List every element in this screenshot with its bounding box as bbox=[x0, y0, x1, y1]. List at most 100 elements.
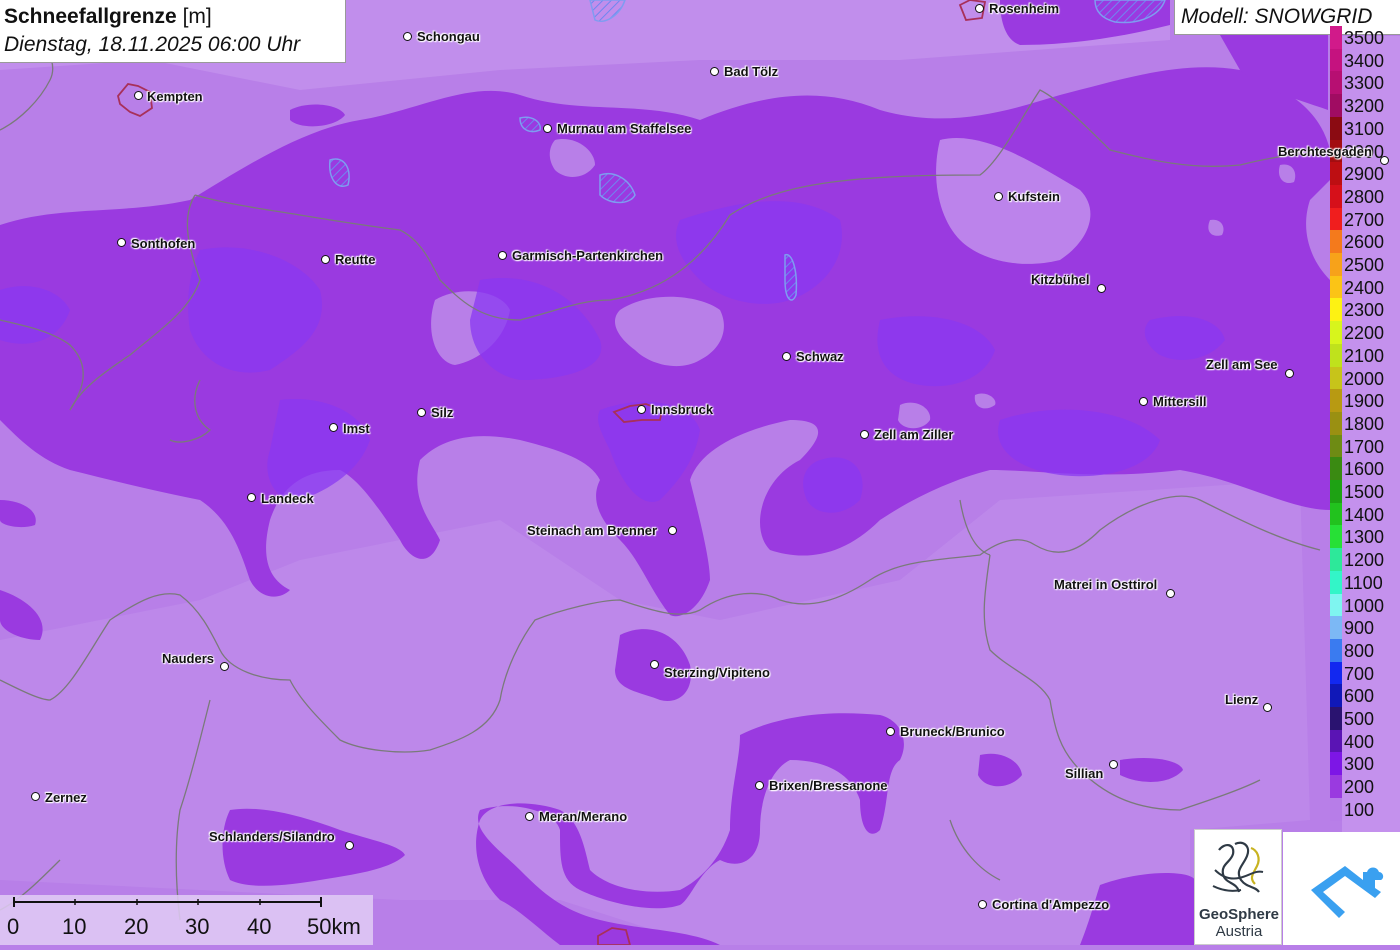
legend-label: 2600 bbox=[1344, 232, 1385, 253]
city-marker bbox=[886, 727, 895, 736]
legend-swatch bbox=[1330, 26, 1342, 49]
legend-swatch bbox=[1330, 321, 1342, 345]
city-label: Mittersill bbox=[1153, 394, 1207, 409]
city-marker bbox=[1263, 703, 1272, 712]
city-label: Brixen/Bressanone bbox=[769, 778, 888, 793]
legend-row: 600 bbox=[1328, 684, 1400, 708]
legend-swatch bbox=[1330, 525, 1342, 549]
legend-swatch bbox=[1330, 593, 1342, 617]
legend-label: 2900 bbox=[1344, 164, 1385, 185]
legend-swatch bbox=[1330, 162, 1342, 186]
legend-row: 1200 bbox=[1328, 548, 1400, 572]
city-marker bbox=[755, 781, 764, 790]
scale-bar: 0 10 20 30 40 50km bbox=[0, 895, 373, 945]
city-label: Kufstein bbox=[1008, 189, 1060, 204]
city-marker bbox=[1380, 156, 1389, 165]
legend-label: 2400 bbox=[1344, 277, 1385, 298]
legend-row: 1600 bbox=[1328, 457, 1400, 481]
city-marker bbox=[321, 255, 330, 264]
legend-label: 2700 bbox=[1344, 209, 1385, 230]
legend-label: 2800 bbox=[1344, 186, 1385, 207]
legend-label: 1100 bbox=[1344, 572, 1383, 593]
legend-row: 500 bbox=[1328, 707, 1400, 730]
legend-row: 1700 bbox=[1328, 434, 1400, 458]
city-label: Landeck bbox=[261, 491, 314, 506]
legend-swatch bbox=[1330, 638, 1342, 662]
legend-row: 2300 bbox=[1328, 298, 1400, 322]
city-marker bbox=[525, 812, 534, 821]
city-label: Bad Tölz bbox=[724, 64, 779, 79]
legend-row: 100 bbox=[1328, 797, 1400, 821]
city-label: Reutte bbox=[335, 252, 376, 267]
city-label: Bruneck/Brunico bbox=[900, 724, 1005, 739]
legend-swatch bbox=[1330, 502, 1342, 526]
geosphere-logo: GeoSphere Austria bbox=[1194, 829, 1282, 945]
city-marker bbox=[668, 526, 677, 535]
legend-row: 700 bbox=[1328, 661, 1400, 685]
legend-row: 1100 bbox=[1328, 570, 1400, 594]
city-label: Berchtesgaden bbox=[1278, 144, 1372, 159]
legend-row: 2700 bbox=[1328, 207, 1400, 231]
map-datetime: Dienstag, 18.11.2025 06:00 Uhr bbox=[4, 33, 301, 56]
legend-label: 900 bbox=[1344, 618, 1375, 639]
legend-row: 2100 bbox=[1328, 343, 1400, 367]
legend-row: 2600 bbox=[1328, 230, 1400, 254]
city-label: Zell am See bbox=[1206, 357, 1278, 372]
city-label: Meran/Merano bbox=[539, 809, 628, 824]
snowgrid-logo bbox=[1283, 832, 1400, 945]
legend-row: 1900 bbox=[1328, 389, 1400, 413]
legend-row: 400 bbox=[1328, 729, 1400, 753]
legend-row: 3500 bbox=[1328, 26, 1400, 49]
city-label: Kitzbühel bbox=[1031, 272, 1090, 287]
legend-swatch bbox=[1330, 94, 1342, 118]
city-label: Sillian bbox=[1065, 766, 1104, 781]
scale-label-20: 20 bbox=[124, 914, 149, 939]
legend-row: 900 bbox=[1328, 616, 1400, 640]
city-label: Innsbruck bbox=[651, 402, 714, 417]
legend-row: 1800 bbox=[1328, 411, 1400, 435]
legend-swatch bbox=[1330, 71, 1342, 95]
legend-swatch bbox=[1330, 616, 1342, 640]
legend-label: 400 bbox=[1344, 731, 1375, 752]
city-marker bbox=[247, 493, 256, 502]
legend-label: 800 bbox=[1344, 640, 1375, 661]
city-marker bbox=[650, 660, 659, 669]
legend-label: 3300 bbox=[1344, 73, 1385, 94]
scale-label-10: 10 bbox=[62, 914, 87, 939]
legend-label: 3500 bbox=[1344, 28, 1385, 48]
legend-swatch bbox=[1330, 366, 1342, 390]
city-marker bbox=[117, 238, 126, 247]
city-marker bbox=[1109, 760, 1118, 769]
city-marker bbox=[417, 408, 426, 417]
city-marker bbox=[860, 430, 869, 439]
legend-label: 2200 bbox=[1344, 323, 1385, 344]
city-label: Imst bbox=[343, 421, 370, 436]
geosphere-emblem-icon bbox=[1212, 841, 1264, 893]
legend-row: 1000 bbox=[1328, 593, 1400, 617]
city-label: Rosenheim bbox=[989, 1, 1060, 16]
legend-row: 2400 bbox=[1328, 275, 1400, 299]
legend-row: 3400 bbox=[1328, 48, 1400, 72]
city-label: Sonthofen bbox=[131, 236, 196, 251]
legend-swatch bbox=[1330, 275, 1342, 299]
scale-label-50km: 50km bbox=[307, 914, 361, 939]
legend-row: 200 bbox=[1328, 775, 1400, 799]
legend-swatch bbox=[1330, 775, 1342, 799]
city-label: Schwaz bbox=[796, 349, 844, 364]
city-label: Steinach am Brenner bbox=[527, 523, 658, 538]
city-label: Sterzing/Vipiteno bbox=[664, 665, 770, 680]
city-marker bbox=[994, 192, 1003, 201]
city-marker bbox=[1097, 284, 1106, 293]
legend-swatch bbox=[1330, 434, 1342, 458]
legend-swatch bbox=[1330, 411, 1342, 435]
scale-label-30: 30 bbox=[185, 914, 210, 939]
map-title: Schneefallgrenze bbox=[4, 5, 177, 28]
scale-label-40: 40 bbox=[247, 914, 272, 939]
city-marker bbox=[1166, 589, 1175, 598]
city-marker bbox=[710, 67, 719, 76]
legend-label: 1200 bbox=[1344, 550, 1385, 571]
legend-swatch bbox=[1330, 48, 1342, 72]
city-label: Silz bbox=[431, 405, 454, 420]
city-label: Schlanders/Silandro bbox=[209, 829, 335, 844]
legend-label: 300 bbox=[1344, 754, 1375, 775]
